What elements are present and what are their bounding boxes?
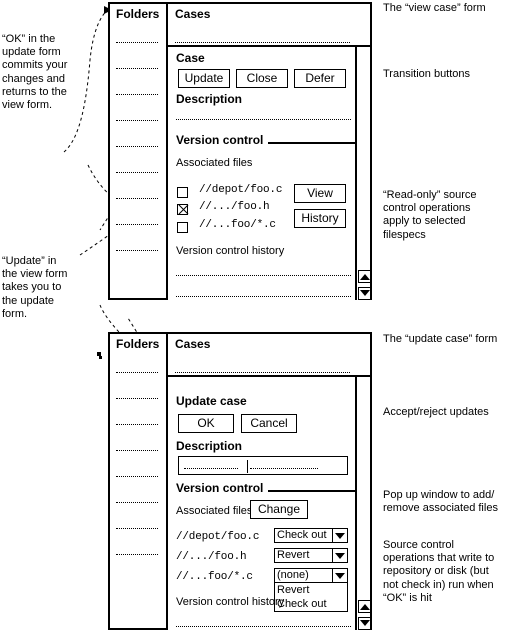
description-input[interactable] — [178, 456, 348, 475]
scroll-down-arrow[interactable] — [358, 287, 371, 300]
update-case-panel: Update case OK Cancel Description Versio… — [166, 375, 372, 630]
annotation-popup-window: Pop up window to add/ remove associated … — [383, 489, 498, 515]
folder-row[interactable] — [116, 476, 158, 477]
file-path: //.../foo.h — [199, 201, 270, 213]
action-dropdown-1[interactable]: Check out — [274, 528, 348, 543]
description-text[interactable] — [176, 119, 351, 120]
annotation-update-note: “Update” in the view form takes you to t… — [2, 255, 68, 320]
file-path: //...foo/*.c — [176, 571, 253, 583]
dropdown-option[interactable]: Check out — [275, 597, 347, 611]
history-row[interactable] — [176, 626, 351, 627]
folder-row[interactable] — [116, 450, 158, 451]
folder-row[interactable] — [116, 42, 158, 43]
defer-button[interactable]: Defer — [294, 69, 346, 88]
description-value-left — [184, 468, 238, 469]
update-folders-header: Folders — [116, 337, 160, 351]
update-button[interactable]: Update — [178, 69, 230, 88]
cancel-button[interactable]: Cancel — [241, 414, 297, 433]
version-control-history-label: Version control history — [176, 245, 285, 257]
description-value-right — [250, 468, 318, 469]
folder-row[interactable] — [116, 502, 158, 503]
view-file-button[interactable]: View — [294, 184, 346, 203]
annotation-write-ops: Source control operations that write to … — [383, 539, 495, 604]
folder-row[interactable] — [116, 68, 158, 69]
folder-row[interactable] — [116, 424, 158, 425]
file-path: //depot/foo.c — [176, 531, 260, 543]
action-dropdown-2-value: Revert — [277, 549, 310, 561]
update-version-control-rule — [268, 490, 356, 492]
case-row[interactable] — [175, 42, 350, 43]
case-panel-title: Case — [176, 51, 205, 65]
file-path: //...foo/*.c — [199, 219, 276, 231]
associated-files-label: Associated files — [176, 157, 253, 169]
dropdown-option[interactable]: Revert — [275, 583, 347, 597]
annotation-view-case-form: The “view case” form — [383, 2, 486, 14]
folder-row[interactable] — [116, 250, 158, 251]
version-control-rule — [268, 142, 356, 144]
checkbox-unchecked-icon[interactable] — [177, 222, 188, 233]
action-dropdown-3[interactable]: (none) — [274, 568, 348, 583]
folder-row[interactable] — [116, 372, 158, 373]
action-dropdown-2[interactable]: Revert — [274, 548, 348, 563]
update-version-control-heading: Version control — [176, 481, 264, 495]
view-folders-column: Folders — [110, 4, 168, 298]
folder-row[interactable] — [116, 528, 158, 529]
ok-button[interactable]: OK — [178, 414, 234, 433]
annotation-readonly-ops: “Read-only” source control operations ap… — [383, 189, 477, 241]
change-button[interactable]: Change — [250, 500, 308, 519]
update-folders-column: Folders — [110, 334, 168, 628]
vertical-scrollbar[interactable] — [355, 47, 371, 300]
view-cases-header: Cases — [175, 7, 211, 21]
folder-row[interactable] — [116, 94, 158, 95]
folder-row[interactable] — [116, 398, 158, 399]
folder-row[interactable] — [116, 224, 158, 225]
update-cases-header: Cases — [175, 337, 211, 351]
update-description-heading: Description — [176, 439, 243, 453]
update-associated-files-label: Associated files — [176, 505, 253, 517]
history-row[interactable] — [176, 275, 351, 276]
folder-row[interactable] — [116, 120, 158, 121]
version-control-heading: Version control — [176, 133, 264, 147]
case-row[interactable] — [175, 372, 350, 373]
folder-row[interactable] — [116, 554, 158, 555]
update-case-window: Folders Cases Update case OK Cancel Desc… — [108, 332, 372, 630]
annotation-ok-note: “OK” in the update form commits your cha… — [2, 33, 68, 112]
file-path: //depot/foo.c — [199, 184, 283, 196]
history-button[interactable]: History — [294, 209, 346, 228]
scroll-down-arrow[interactable] — [358, 617, 371, 630]
close-button[interactable]: Close — [236, 69, 288, 88]
update-case-panel-title: Update case — [176, 394, 247, 408]
view-folders-header: Folders — [116, 7, 160, 21]
text-caret — [247, 460, 248, 473]
annotation-update-case-form: The “update case” form — [383, 333, 498, 345]
scroll-up-arrow[interactable] — [358, 270, 371, 283]
action-dropdown-1-value: Check out — [277, 529, 327, 541]
action-dropdown-3-options[interactable]: Revert Check out — [274, 583, 348, 612]
case-panel: Case Update Close Defer Description Vers… — [166, 45, 372, 300]
update-version-control-history-label: Version control history — [176, 596, 285, 608]
checkbox-unchecked-icon[interactable] — [177, 187, 188, 198]
view-case-window: Folders Cases Case Update Close Defer De… — [108, 2, 372, 300]
action-dropdown-3-value: (none) — [277, 569, 309, 581]
folder-row[interactable] — [116, 146, 158, 147]
checkbox-checked-icon[interactable] — [177, 204, 188, 215]
annotation-transition-buttons: Transition buttons — [383, 68, 471, 80]
scroll-up-arrow[interactable] — [358, 600, 371, 613]
folder-row[interactable] — [116, 198, 158, 199]
annotation-accept-reject: Accept/reject updates — [383, 406, 489, 418]
chevron-down-icon[interactable] — [332, 529, 347, 542]
file-path: //.../foo.h — [176, 551, 247, 563]
chevron-down-icon[interactable] — [332, 569, 347, 582]
description-heading: Description — [176, 92, 243, 106]
history-row[interactable] — [176, 296, 351, 297]
folder-row[interactable] — [116, 172, 158, 173]
chevron-down-icon[interactable] — [332, 549, 347, 562]
vertical-scrollbar[interactable] — [355, 377, 371, 630]
